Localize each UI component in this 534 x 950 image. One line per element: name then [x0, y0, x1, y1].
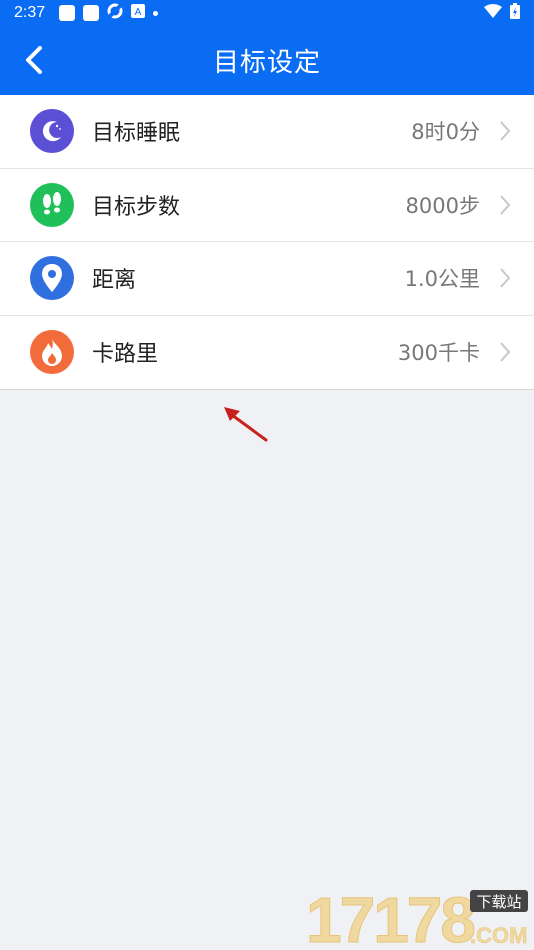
back-button[interactable]	[14, 40, 54, 80]
chevron-right-icon	[498, 119, 512, 143]
app-header: 目标设定	[0, 26, 534, 95]
sleep-goal-row[interactable]: 目标睡眠 8时0分	[0, 95, 534, 169]
distance-goal-label: 距离	[92, 268, 137, 294]
flame-icon	[30, 330, 74, 375]
status-time: 2:37	[14, 4, 46, 21]
calorie-goal-value: 300千卡	[397, 341, 480, 366]
notification-icon	[83, 5, 100, 21]
steps-goal-label: 目标步数	[92, 194, 181, 220]
wifi-icon	[484, 3, 502, 23]
goal-settings-list: 目标睡眠 8时0分 目标步数 8000步 距离 1.0公里 卡路里 300千卡	[0, 95, 534, 390]
svg-text:下载站: 下载站	[476, 893, 521, 911]
distance-goal-row[interactable]: 距离 1.0公里	[0, 242, 534, 316]
sleep-goal-label: 目标睡眠	[92, 121, 181, 147]
svg-text:.COM: .COM	[470, 923, 527, 948]
chevron-right-icon	[498, 266, 512, 290]
battery-icon	[510, 2, 520, 24]
more-notifications-dot	[153, 10, 159, 16]
svg-text:A: A	[135, 7, 142, 18]
calorie-goal-label: 卡路里	[92, 342, 159, 368]
sync-icon	[107, 3, 123, 24]
status-bar: 2:37 A	[0, 0, 534, 26]
svg-text:17178: 17178	[306, 888, 474, 948]
chevron-right-icon	[498, 340, 512, 364]
notification-icons: A	[59, 3, 166, 24]
steps-goal-value: 8000步	[405, 193, 480, 218]
chevron-right-icon	[498, 193, 512, 217]
location-pin-icon	[30, 256, 74, 301]
distance-goal-value: 1.0公里	[404, 267, 480, 292]
sleep-goal-value: 8时0分	[411, 120, 480, 145]
notification-icon	[59, 5, 76, 21]
steps-goal-row[interactable]: 目标步数 8000步	[0, 169, 534, 242]
font-icon: A	[131, 3, 146, 23]
page-title: 目标设定	[212, 48, 321, 78]
calorie-goal-row[interactable]: 卡路里 300千卡	[0, 316, 534, 390]
footsteps-icon	[30, 182, 74, 227]
moon-icon	[30, 109, 74, 154]
chevron-left-icon	[26, 46, 42, 74]
watermark-logo: 17178 下载站 .COM	[306, 884, 532, 950]
red-arrow-annotation	[222, 405, 270, 449]
